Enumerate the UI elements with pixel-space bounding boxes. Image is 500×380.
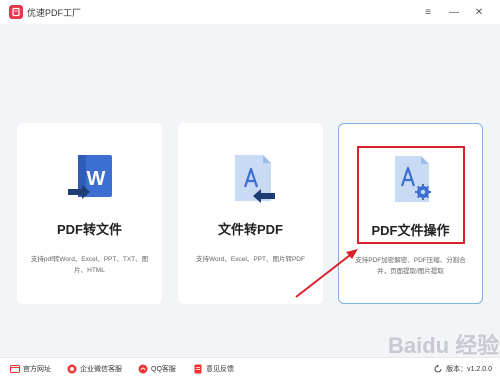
footer-link-wechat[interactable]: 企业微信客服 [67, 364, 122, 374]
minimize-icon[interactable]: — [446, 4, 462, 20]
file-to-pdf-icon [234, 155, 275, 203]
pdf-operations-icon [394, 156, 431, 202]
svg-text:W: W [86, 168, 105, 190]
qq-service-icon [138, 364, 148, 374]
footer-link-label: 意见反馈 [206, 366, 234, 373]
close-icon[interactable]: ✕ [471, 4, 487, 20]
refresh-icon[interactable] [433, 364, 443, 374]
card-file-to-pdf[interactable]: 文件转PDF 支持Word、Excel、PPT、图片转PDF [178, 123, 323, 304]
wechat-service-icon [67, 364, 77, 374]
card-title: PDF文件操作 [371, 223, 450, 238]
card-pdf-to-file[interactable]: W PDF转文件 支持pdf转Word、Excel、PPT、TXT、图片、HTM… [17, 123, 162, 304]
card-pdf-operations[interactable]: PDF文件操作 支持PDF加密解密、PDF压缩、分割合并，页面提取/图片提取 [338, 123, 483, 304]
website-icon [10, 365, 20, 373]
footer-link-label: 官方网址 [23, 366, 51, 373]
card-description: 支持Word、Excel、PPT、图片转PDF [196, 256, 305, 263]
app-title: 优速PDF工厂 [27, 8, 82, 18]
footer-link-label: 企业微信客服 [80, 366, 122, 373]
feedback-icon [194, 364, 202, 374]
version-number: v1.2.0.0 [467, 365, 492, 373]
watermark-logo: Baidu 经验 [388, 333, 500, 358]
card-description: 支持PDF加密解密、PDF压缩、分割合并，页面提取/图片提取 [355, 257, 466, 275]
menu-icon[interactable]: ≡ [420, 4, 436, 20]
footer-bar: 官方网址 企业微信客服 QQ客服 意见反馈 版本： v1.2.0.0 [0, 357, 500, 380]
version-label: 版本： [446, 366, 468, 373]
app-logo-icon [9, 5, 23, 19]
version-info: 版本： v1.2.0.0 [433, 364, 492, 374]
title-bar: 优速PDF工厂 ≡ — ✕ [0, 0, 500, 24]
footer-link-label: QQ客服 [151, 366, 176, 373]
pdf-to-word-icon: W [67, 155, 112, 199]
card-title: 文件转PDF [217, 222, 283, 237]
footer-link-feedback[interactable]: 意见反馈 [193, 364, 234, 374]
footer-link-website[interactable]: 官方网址 [10, 364, 51, 374]
footer-link-qq[interactable]: QQ客服 [138, 364, 176, 374]
card-title: PDF转文件 [56, 222, 122, 237]
card-description: 支持pdf转Word、Excel、PPT、TXT、图片、HTML [30, 256, 149, 274]
